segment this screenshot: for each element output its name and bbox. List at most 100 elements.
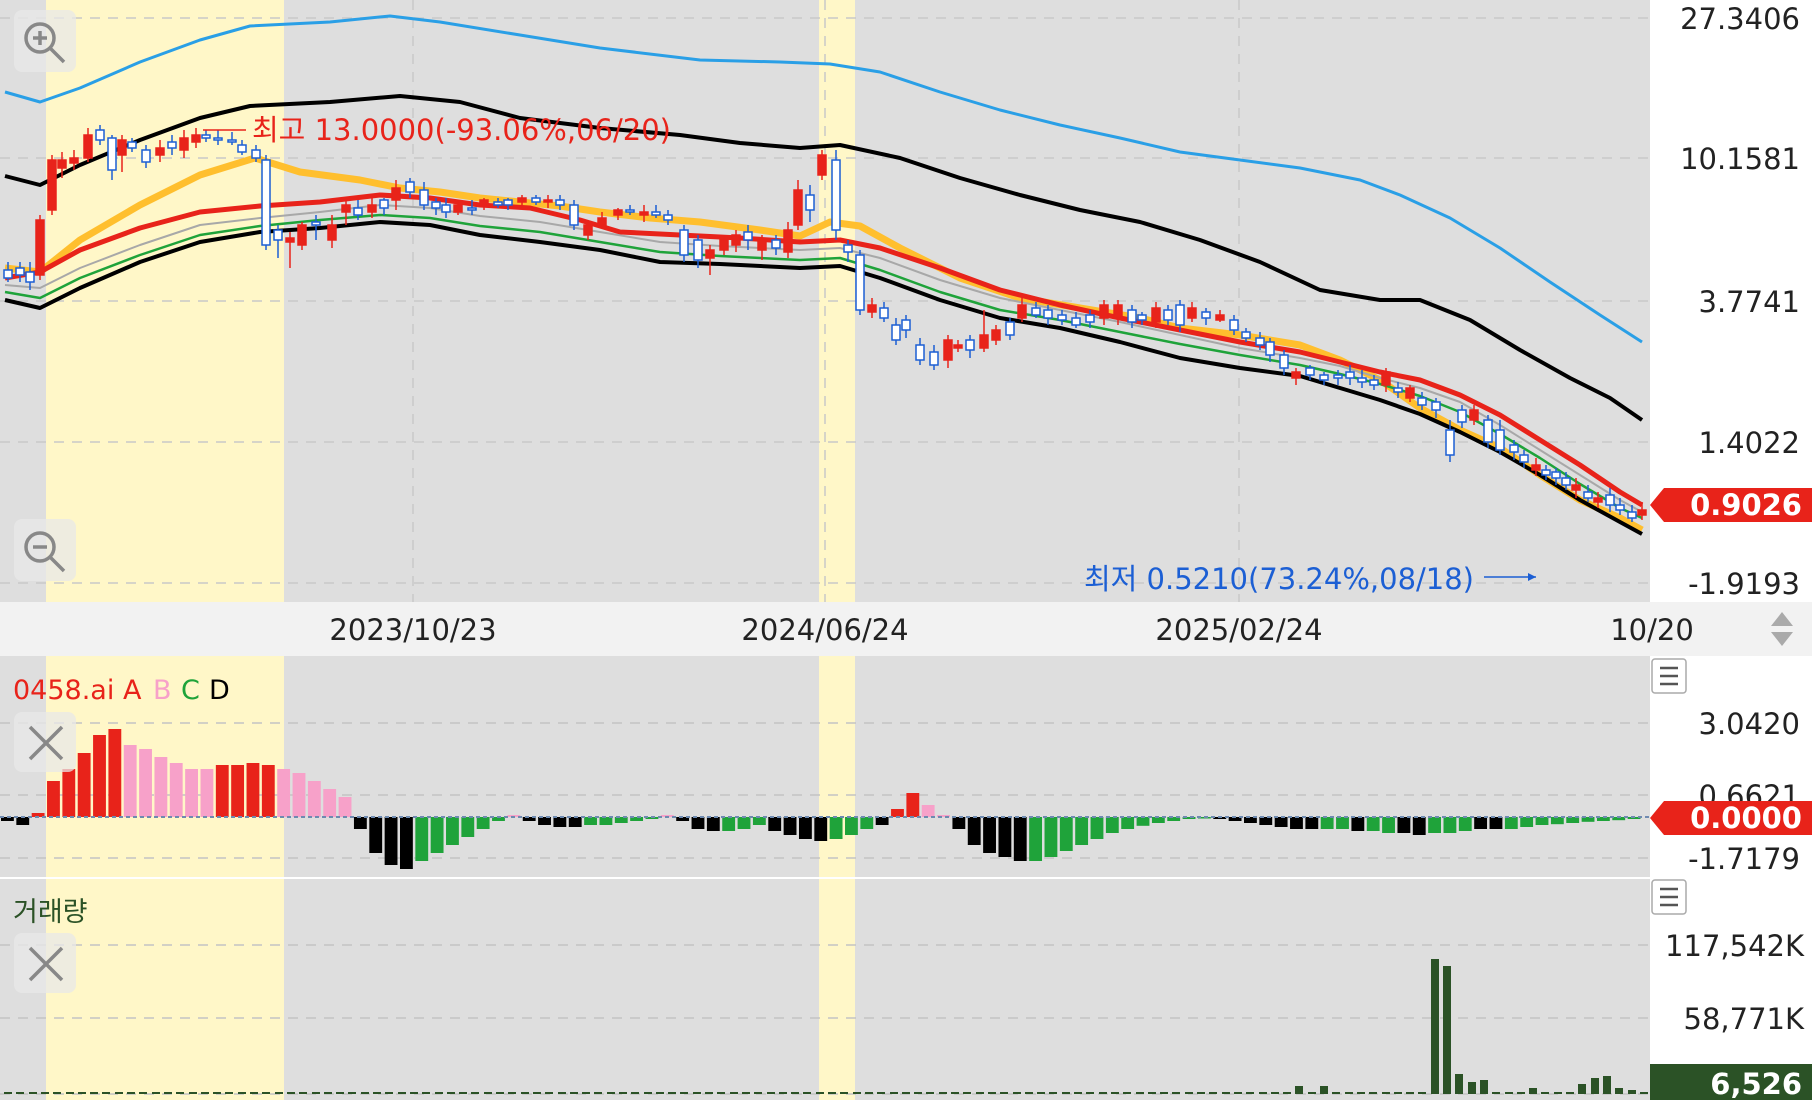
candle-body — [311, 221, 321, 226]
low-annotation: 최저 0.5210(73.24%,08/18) — [1084, 562, 1536, 596]
candle-body — [493, 201, 503, 206]
indicator-bar — [1504, 817, 1518, 829]
volume-bar — [570, 1092, 578, 1094]
indicator-bar — [1489, 817, 1503, 829]
candle-body — [1071, 317, 1081, 326]
candle-body — [943, 339, 953, 361]
volume-bar — [668, 1092, 676, 1094]
candle-body — [1417, 397, 1427, 406]
indicator-bar — [369, 817, 383, 853]
volume-bar — [90, 1092, 98, 1094]
candle-body — [83, 134, 93, 159]
volume-bar — [865, 1092, 873, 1094]
candle-body — [341, 204, 351, 213]
candle-body — [831, 159, 841, 231]
volume-bar — [582, 1092, 590, 1094]
volume-menu-button[interactable] — [1651, 879, 1687, 915]
volume-bar — [1086, 1092, 1094, 1094]
volume-bar — [164, 1092, 172, 1094]
volume-bar — [963, 1092, 971, 1094]
candle-body — [1637, 509, 1647, 516]
zoom-in-button[interactable] — [14, 10, 76, 72]
indicator-bar — [967, 817, 981, 845]
volume-panel[interactable]: 거래량 — [0, 879, 1650, 1100]
volume-bar — [1468, 1082, 1476, 1094]
indicator-bar — [1366, 817, 1380, 831]
volume-bar — [594, 1092, 602, 1094]
candle-body — [35, 219, 45, 276]
volume-tick-label: 117,542K — [1665, 929, 1805, 963]
indicator-tick-label: 3.0420 — [1699, 707, 1800, 741]
indicator-bar — [1029, 817, 1043, 861]
candle-body — [503, 199, 513, 206]
candle-body — [639, 211, 649, 216]
volume-bar — [951, 1092, 959, 1094]
indicator-bar — [353, 817, 367, 829]
indicator-panel[interactable]: 0458.ai A B C D — [0, 656, 1650, 878]
volume-bar — [742, 1092, 750, 1094]
candle-body — [783, 229, 793, 253]
volume-bar — [890, 1092, 898, 1094]
volume-bar — [508, 1092, 516, 1094]
volume-bar — [1074, 1092, 1082, 1094]
candle-body — [1163, 309, 1173, 321]
zoom-out-button[interactable] — [14, 519, 76, 581]
volume-close-button[interactable] — [14, 933, 76, 993]
candle-body — [285, 237, 295, 243]
volume-bar — [435, 1092, 443, 1094]
candlestick — [855, 250, 865, 315]
indicator-bar — [292, 773, 306, 817]
volume-bar — [619, 1092, 627, 1094]
candle-body — [965, 339, 975, 351]
indicator-bar — [722, 817, 736, 831]
candle-body — [1345, 371, 1355, 379]
volume-bar — [1062, 1092, 1070, 1094]
candle-body — [1593, 497, 1603, 503]
candle-body — [1017, 304, 1027, 319]
indicator-bar — [108, 729, 122, 817]
volume-bar — [1578, 1084, 1586, 1094]
candle-body — [1255, 337, 1265, 346]
indicator-bar — [1397, 817, 1411, 833]
indicator-bar — [1136, 817, 1150, 826]
indicator-bar — [430, 817, 444, 853]
volume-bar — [496, 1092, 504, 1094]
volume-bar — [840, 1092, 848, 1094]
indicator-bar — [77, 753, 91, 817]
volume-bar — [139, 1092, 147, 1094]
volume-bar — [1308, 1092, 1316, 1094]
volume-bar — [1259, 1092, 1267, 1094]
indicator-menu-button[interactable] — [1651, 658, 1687, 694]
volume-bar — [1283, 1092, 1291, 1094]
price-panel[interactable] — [0, 0, 1650, 602]
candle-body — [155, 147, 165, 156]
candle-body — [353, 207, 363, 216]
indicator-bar — [307, 781, 321, 817]
volume-bar — [607, 1092, 615, 1094]
candle-body — [793, 189, 803, 226]
legend-d: D — [209, 675, 230, 706]
volume-bar — [262, 1092, 270, 1094]
indicator-bar — [875, 817, 889, 825]
volume-bar — [1332, 1092, 1340, 1094]
low-annotation-text: 최저 0.5210(73.24%,08/18) — [1084, 562, 1474, 596]
indicator-close-button[interactable] — [14, 712, 76, 772]
volume-bar — [705, 1092, 713, 1094]
price-tick-label: 27.3406 — [1680, 2, 1800, 36]
volume-bar — [853, 1092, 861, 1094]
candle-body — [915, 344, 925, 361]
volume-y-axis: 117,542K 58,771K 6,526 — [1650, 879, 1812, 1100]
volume-bar — [1492, 1092, 1500, 1094]
volume-bar — [29, 1092, 37, 1094]
volume-bar — [361, 1092, 369, 1094]
indicator-bar — [1013, 817, 1027, 861]
indicator-bar — [1336, 817, 1349, 829]
candle-body — [1127, 309, 1137, 323]
candle-body — [771, 239, 781, 249]
volume-bar — [644, 1092, 652, 1094]
volume-bar — [447, 1092, 455, 1094]
svg-text:0.0000: 0.0000 — [1690, 801, 1802, 835]
candlestick — [569, 200, 579, 230]
volume-bar — [336, 1092, 344, 1094]
stock-chart: 27.3406 10.1581 3.7741 1.4022 -1.9193 0.… — [0, 0, 1812, 1100]
